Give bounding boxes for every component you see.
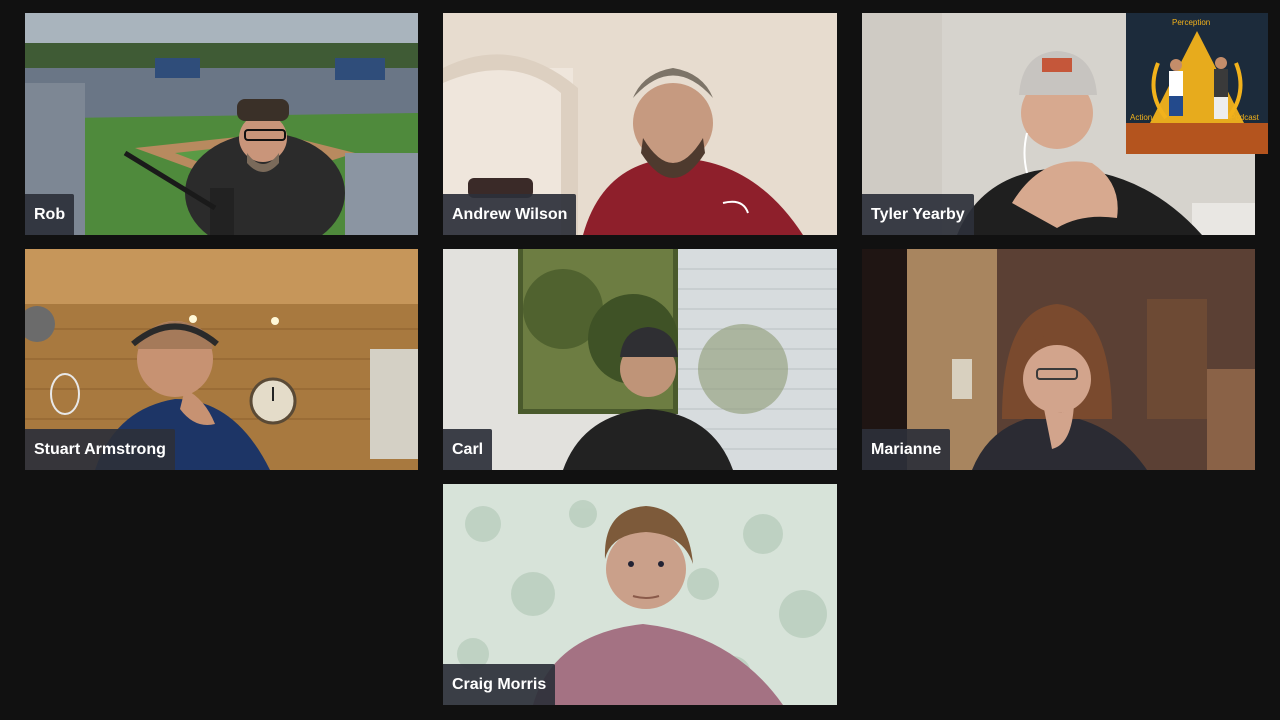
participant-name-tag: Carl (443, 429, 493, 470)
video-tile-carl[interactable]: Carl (443, 249, 837, 470)
participant-name-tag: Marianne (862, 429, 951, 470)
video-tile-stuart-armstrong[interactable]: Stuart Armstrong (25, 249, 418, 470)
video-tile-craig-morris[interactable]: Craig Morris (443, 484, 837, 705)
participant-name-tag: Andrew Wilson (443, 194, 577, 235)
participant-name-tag: Craig Morris (443, 664, 556, 705)
podcast-logo-graphic (1126, 13, 1268, 154)
logo-text-top: Perception (1172, 18, 1211, 27)
video-tile-andrew-wilson[interactable]: Andrew Wilson (443, 13, 837, 235)
participant-name-tag: Stuart Armstrong (25, 429, 175, 470)
participant-name-tag: Tyler Yearby (862, 194, 974, 235)
podcast-logo: Perception Action Podcast (1126, 13, 1268, 154)
stadium-background (25, 13, 418, 235)
window-background (443, 249, 837, 470)
logo-text-left: Action (1130, 113, 1153, 122)
video-tile-rob[interactable]: Rob (25, 13, 418, 235)
participant-name-tag: Rob (25, 194, 75, 235)
logo-text-right: Podcast (1230, 113, 1259, 122)
video-tile-marianne[interactable]: Marianne (862, 249, 1255, 470)
